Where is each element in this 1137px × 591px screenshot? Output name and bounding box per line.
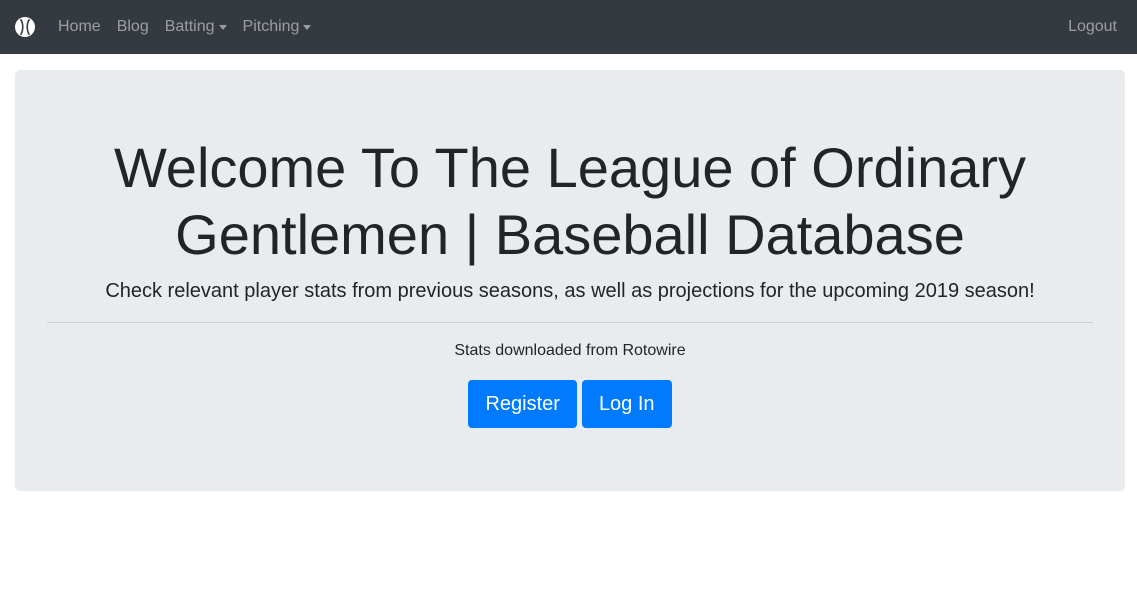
hero-jumbotron: Welcome To The League of Ordinary Gentle… [15,70,1125,491]
nav-right: Logout [1064,15,1121,39]
page-title: Welcome To The League of Ordinary Gentle… [113,136,1027,266]
nav-pitching-dropdown[interactable]: Pitching [235,15,320,39]
nav-links: Home Blog Batting Pitching [50,15,319,39]
nav-home-label: Home [58,18,101,35]
nav-batting-label: Batting [164,18,215,35]
caret-down-icon [303,24,312,30]
logout-link[interactable]: Logout [1064,15,1121,39]
brand-baseball-link[interactable] [14,16,36,38]
register-button[interactable]: Register [468,380,577,428]
hero-lead-text: Check relevant player stats from previou… [105,280,1035,302]
auth-buttons: Register Log In [47,380,1093,428]
caret-down-icon [218,24,227,30]
nav-pitching-label: Pitching [242,18,300,35]
nav-batting-dropdown[interactable]: Batting [157,15,235,39]
login-button[interactable]: Log In [581,380,672,428]
nav-blog-label: Blog [116,18,149,35]
nav-home-link[interactable]: Home [50,15,109,39]
nav-blog-link[interactable]: Blog [109,15,157,39]
top-navbar: Home Blog Batting Pitching Logout [0,0,1137,54]
source-note: Stats downloaded from Rotowire [454,342,686,359]
baseball-icon [15,17,35,37]
divider [47,322,1093,323]
